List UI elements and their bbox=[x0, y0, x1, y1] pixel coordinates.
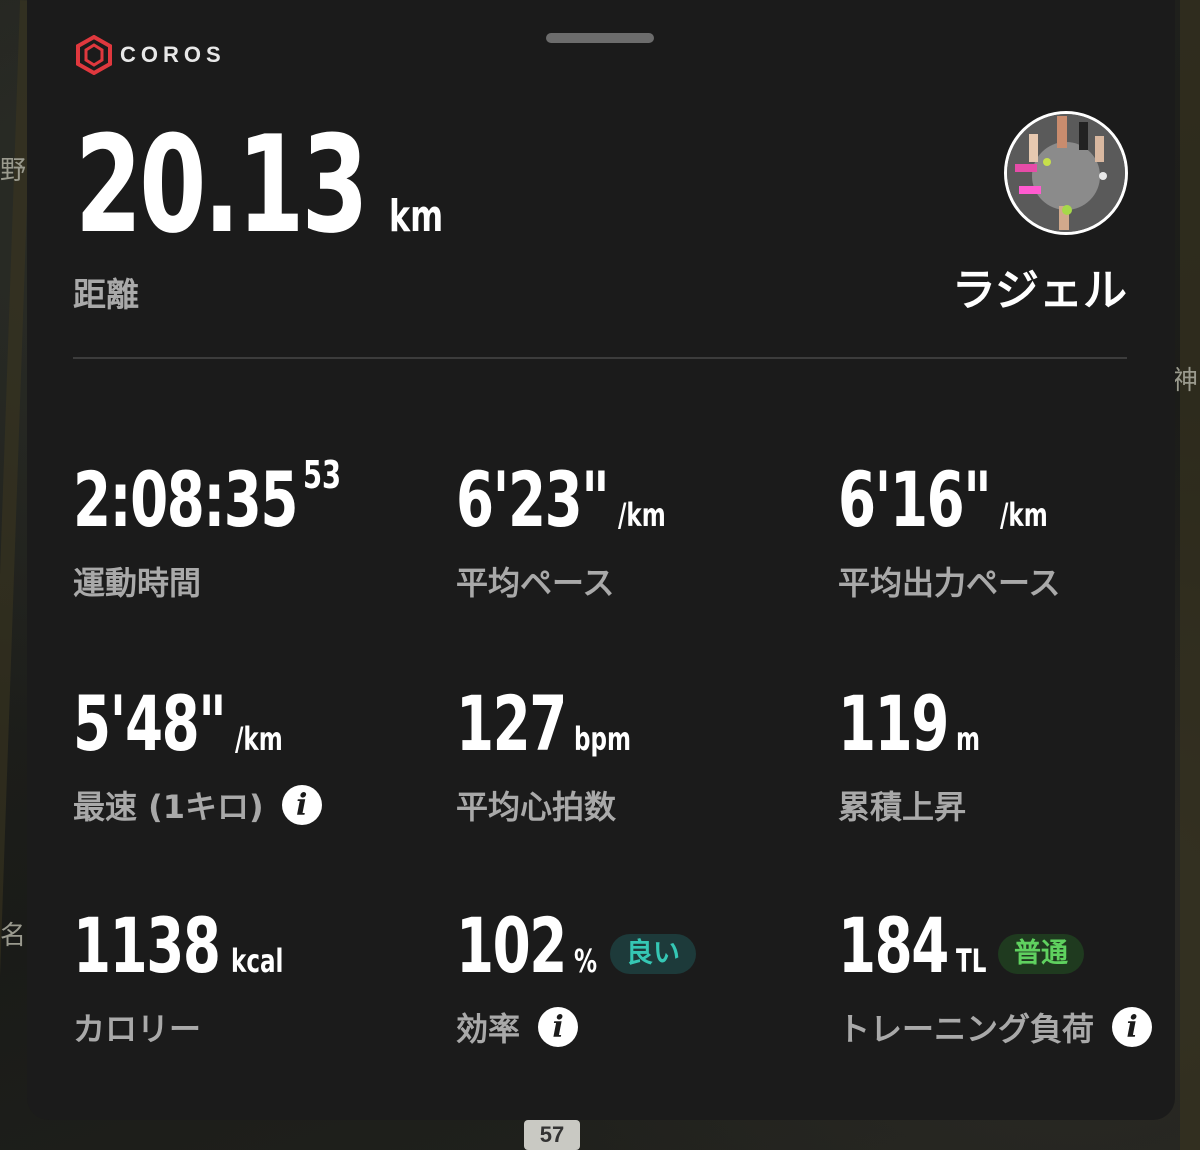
divider bbox=[73, 357, 1127, 359]
avatar[interactable] bbox=[1004, 111, 1128, 235]
coros-hexagon-icon bbox=[76, 35, 112, 75]
stat-label: 平均出力ペース bbox=[838, 564, 1061, 602]
stat-avg-heart-rate: 127 bpm 平均心拍数 bbox=[456, 686, 816, 828]
stat-value: 2:08:35 bbox=[73, 455, 299, 544]
efficiency-badge: 良い bbox=[610, 934, 696, 974]
distance-unit: km bbox=[389, 191, 444, 242]
route-shield: 57 bbox=[524, 1120, 580, 1150]
stat-label: 最速 (1キロ) bbox=[73, 788, 264, 826]
drag-handle[interactable] bbox=[546, 33, 654, 43]
coros-logo: COROS bbox=[74, 35, 226, 75]
stat-unit: bpm bbox=[574, 720, 631, 758]
stat-seconds-fraction: 53 bbox=[303, 453, 342, 497]
stat-value: 1138 bbox=[73, 901, 221, 990]
map-label: 名 bbox=[0, 921, 27, 951]
stat-avg-power-pace: 6'16" /km 平均出力ペース bbox=[838, 462, 1198, 604]
stat-unit: m bbox=[956, 720, 981, 758]
brand-name: COROS bbox=[120, 42, 226, 67]
stat-label: 累積上昇 bbox=[838, 788, 967, 826]
stat-value: 119 bbox=[838, 679, 949, 768]
map-label: 野 bbox=[0, 156, 27, 186]
map-label: 神 bbox=[1172, 366, 1199, 396]
stat-unit: TL bbox=[956, 942, 987, 980]
stat-efficiency: 102 % 良い 効率 i bbox=[456, 908, 816, 1050]
stat-value: 5'48" bbox=[73, 679, 227, 768]
stat-label: トレーニング負荷 bbox=[838, 1010, 1095, 1048]
stat-duration: 2:08:35 53 運動時間 bbox=[73, 453, 433, 604]
stat-label: 平均心拍数 bbox=[456, 788, 617, 826]
stat-label: 効率 bbox=[456, 1010, 521, 1048]
stat-unit: /km bbox=[618, 496, 666, 534]
stat-unit: /km bbox=[235, 720, 283, 758]
stat-training-load: 184 TL 普通 トレーニング負荷 i bbox=[838, 908, 1198, 1050]
stat-label: カロリー bbox=[73, 1010, 202, 1048]
stat-unit: /km bbox=[1000, 496, 1048, 534]
distance-label: 距離 bbox=[73, 275, 139, 314]
stat-label: 平均ペース bbox=[456, 564, 615, 602]
stat-fastest-km: 5'48" /km 最速 (1キロ) i bbox=[73, 686, 433, 828]
stat-elevation-gain: 119 m 累積上昇 bbox=[838, 686, 1198, 828]
info-icon[interactable]: i bbox=[538, 1007, 579, 1047]
stat-value: 6'23" bbox=[456, 455, 610, 544]
stat-value: 184 bbox=[838, 901, 949, 990]
activity-summary-card: COROS 20.13 km 距離 ラジェル 2:08:35 53 運動時間 6… bbox=[27, 0, 1175, 1120]
stat-avg-pace: 6'23" /km 平均ペース bbox=[456, 462, 816, 604]
stat-value: 127 bbox=[456, 679, 567, 768]
distance-value: 20.13 km bbox=[75, 118, 464, 252]
info-icon[interactable]: i bbox=[281, 785, 322, 825]
training-load-badge: 普通 bbox=[998, 934, 1084, 974]
info-icon[interactable]: i bbox=[1112, 1007, 1153, 1047]
avatar-photo bbox=[1007, 114, 1125, 232]
stat-unit: % bbox=[574, 942, 598, 980]
stat-unit: kcal bbox=[231, 942, 284, 980]
stat-calories: 1138 kcal カロリー bbox=[73, 908, 433, 1050]
user-name: ラジェル bbox=[951, 265, 1127, 316]
stat-label: 運動時間 bbox=[73, 564, 202, 602]
stat-value: 102 bbox=[456, 901, 567, 990]
distance-number: 20.13 bbox=[75, 107, 369, 263]
stat-value: 6'16" bbox=[838, 455, 992, 544]
